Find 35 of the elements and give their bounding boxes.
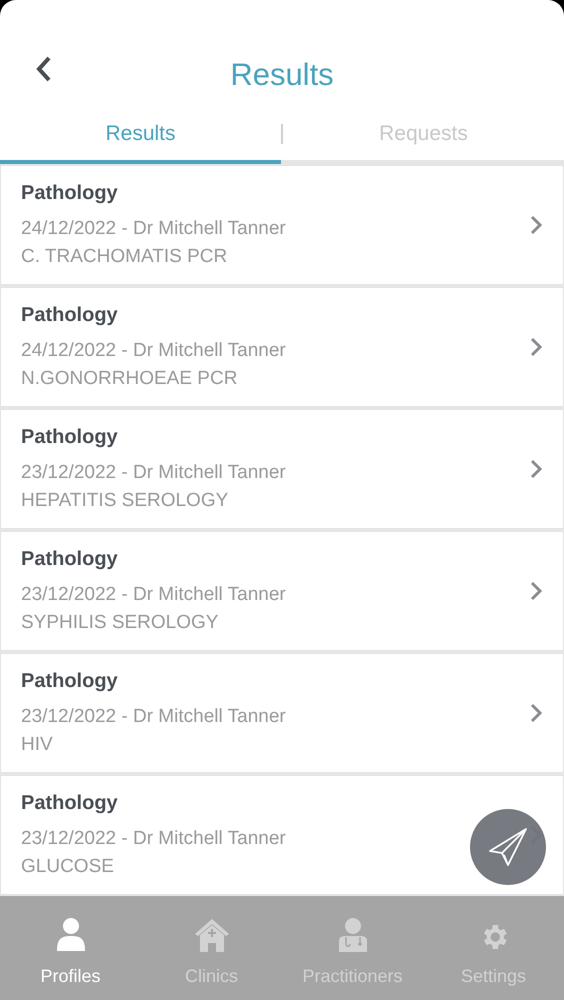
result-date-doctor: 23/12/2022 - Dr Mitchell Tanner xyxy=(21,827,286,851)
person-icon xyxy=(56,917,86,953)
result-row[interactable]: Pathology 24/12/2022 - Dr Mitchell Tanner N.GONORRHOEAE PCR xyxy=(0,287,564,407)
chevron-right-icon xyxy=(529,581,543,601)
chevron-right-icon xyxy=(529,703,543,723)
paper-plane-icon xyxy=(488,827,528,867)
result-category: Pathology xyxy=(21,791,118,816)
result-date-doctor: 23/12/2022 - Dr Mitchell Tanner xyxy=(21,583,286,607)
result-category: Pathology xyxy=(21,547,118,572)
chevron-right-icon xyxy=(529,215,543,235)
back-icon xyxy=(36,56,52,82)
result-test: HIV xyxy=(21,733,53,757)
result-row[interactable]: Pathology 23/12/2022 - Dr Mitchell Tanner GLUCOSE xyxy=(0,775,564,895)
chevron-right-icon xyxy=(529,459,543,479)
result-test: SYPHILIS SEROLOGY xyxy=(21,611,218,635)
result-date-doctor: 24/12/2022 - Dr Mitchell Tanner xyxy=(21,339,286,363)
result-test: GLUCOSE xyxy=(21,855,114,879)
chevron-right-icon xyxy=(529,337,543,357)
result-test: N.GONORRHOEAE PCR xyxy=(21,367,238,391)
house-icon xyxy=(194,917,230,953)
result-date-doctor: 23/12/2022 - Dr Mitchell Tanner xyxy=(21,705,286,729)
result-row[interactable]: Pathology 23/12/2022 - Dr Mitchell Tanner SYPHILIS SEROLOGY xyxy=(0,531,564,651)
result-date-doctor: 24/12/2022 - Dr Mitchell Tanner xyxy=(21,217,286,241)
result-test: HEPATITIS SEROLOGY xyxy=(21,489,228,513)
result-date-doctor: 23/12/2022 - Dr Mitchell Tanner xyxy=(21,461,286,485)
result-category: Pathology xyxy=(21,181,118,206)
doctor-icon xyxy=(338,917,368,953)
result-row[interactable]: Pathology 24/12/2022 - Dr Mitchell Tanner C. TRACHOMATIS PCR xyxy=(0,165,564,285)
result-category: Pathology xyxy=(21,425,118,450)
result-category: Pathology xyxy=(21,669,118,694)
result-category: Pathology xyxy=(21,303,118,328)
page-title: Results xyxy=(230,59,334,90)
result-row[interactable]: Pathology 23/12/2022 - Dr Mitchell Tanner HIV xyxy=(0,653,564,773)
result-row[interactable]: Pathology 23/12/2022 - Dr Mitchell Tanner HEPATITIS SEROLOGY xyxy=(0,409,564,529)
result-test: C. TRACHOMATIS PCR xyxy=(21,245,228,269)
